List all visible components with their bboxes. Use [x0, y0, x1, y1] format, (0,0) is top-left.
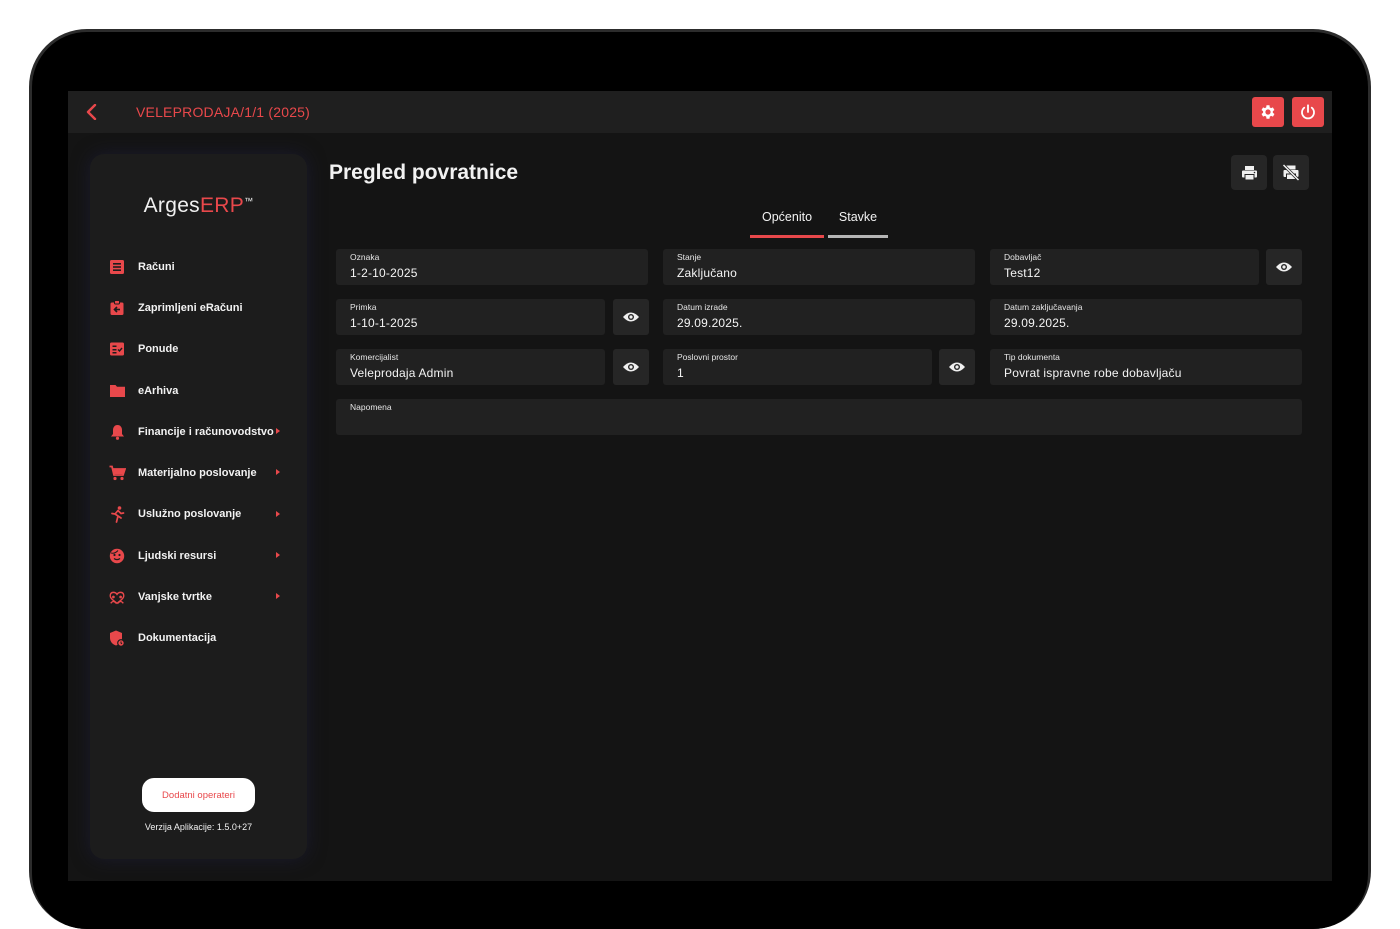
tab-opcenito[interactable]: Općenito [750, 210, 824, 238]
sidebar-item-ponude[interactable]: Ponude [90, 329, 307, 370]
sidebar-item-usluzno[interactable]: Uslužno poslovanje [90, 494, 307, 535]
page-title: Pregled povratnice [329, 161, 519, 184]
sidebar-item-earhiva[interactable]: eArhiva [90, 370, 307, 411]
sidebar-item-vanjske-tvrtke[interactable]: Vanjske tvrtke [90, 576, 307, 617]
app-logo: ArgesERP™ [143, 194, 254, 217]
view-primka-button[interactable] [613, 299, 649, 335]
tab-active-indicator [750, 235, 824, 238]
tip-dokumenta-field[interactable]: Tip dokumenta Povrat ispravne robe dobav… [990, 349, 1302, 385]
shield-doc-icon [108, 629, 126, 647]
chevron-left-icon [86, 104, 97, 120]
caret-right-icon [276, 510, 280, 517]
eye-icon [949, 362, 965, 372]
printer-icon [1241, 165, 1257, 180]
caret-right-icon [276, 593, 280, 600]
eye-icon [623, 362, 639, 372]
app-version: Verzija Aplikacije: 1.5.0+27 [144, 822, 253, 832]
komercijalist-field[interactable]: Komercijalist Veleprodaja Admin [336, 349, 605, 385]
tab-stavke[interactable]: Stavke [828, 210, 888, 238]
caret-right-icon [276, 552, 280, 559]
sidebar-item-materijalno[interactable]: Materijalno poslovanje [90, 452, 307, 493]
sidebar: ArgesERP™ Računi Zaprimljeni eRačuni Pon… [90, 154, 307, 859]
receipt-icon [108, 258, 126, 276]
eye-icon [623, 312, 639, 322]
napomena-field[interactable]: Napomena [336, 399, 1302, 435]
logout-button[interactable] [1292, 97, 1324, 127]
stanje-field[interactable]: Stanje Zaključano [663, 249, 975, 285]
handshake-icon [108, 588, 126, 606]
print-disabled-icon [1282, 164, 1300, 181]
sidebar-nav: Računi Zaprimljeni eRačuni Ponude eArhiv… [90, 246, 307, 659]
eye-icon [1276, 262, 1292, 272]
sidebar-item-racuni[interactable]: Računi [90, 246, 307, 287]
datum-izrade-field[interactable]: Datum izrade 29.09.2025. [663, 299, 975, 335]
view-dobavljac-button[interactable] [1266, 249, 1302, 285]
dobavljac-field[interactable]: Dobavljač Test12 [990, 249, 1259, 285]
poslovni-prostor-field[interactable]: Poslovni prostor 1 [663, 349, 932, 385]
tab-inactive-indicator [828, 235, 888, 238]
top-bar: VELEPRODAJA/1/1 (2025) [68, 91, 1332, 133]
bell-icon [108, 423, 126, 441]
view-poslovni-prostor-button[interactable] [939, 349, 975, 385]
back-button[interactable] [80, 100, 104, 124]
print-disabled-button[interactable] [1273, 155, 1309, 190]
cart-icon [108, 464, 126, 482]
face-icon [108, 547, 126, 565]
print-button[interactable] [1231, 155, 1267, 190]
caret-right-icon [276, 469, 280, 476]
inbox-doc-icon [108, 299, 126, 317]
app-screen: VELEPRODAJA/1/1 (2025) ArgesERP™ Računi [68, 91, 1332, 881]
checklist-icon [108, 340, 126, 358]
caret-right-icon [276, 428, 280, 435]
document-title: VELEPRODAJA/1/1 (2025) [136, 104, 311, 120]
settings-button[interactable] [1252, 97, 1284, 127]
view-komercijalist-button[interactable] [613, 349, 649, 385]
folder-icon [108, 382, 126, 400]
running-person-icon [108, 505, 126, 523]
sidebar-item-ljudski-resursi[interactable]: Ljudski resursi [90, 535, 307, 576]
sidebar-item-financije[interactable]: Financije i računovodstvo [90, 411, 307, 452]
primka-field[interactable]: Primka 1-10-1-2025 [336, 299, 605, 335]
sidebar-item-dokumentacija[interactable]: Dokumentacija [90, 618, 307, 659]
sidebar-item-zaprimljeni-eracuni[interactable]: Zaprimljeni eRačuni [90, 287, 307, 328]
extra-operators-button[interactable]: Dodatni operateri [142, 778, 255, 812]
gear-icon [1261, 105, 1275, 119]
datum-zakljucavanja-field[interactable]: Datum zaključavanja 29.09.2025. [990, 299, 1302, 335]
power-icon [1301, 104, 1315, 120]
oznaka-field[interactable]: Oznaka 1-2-10-2025 [336, 249, 648, 285]
